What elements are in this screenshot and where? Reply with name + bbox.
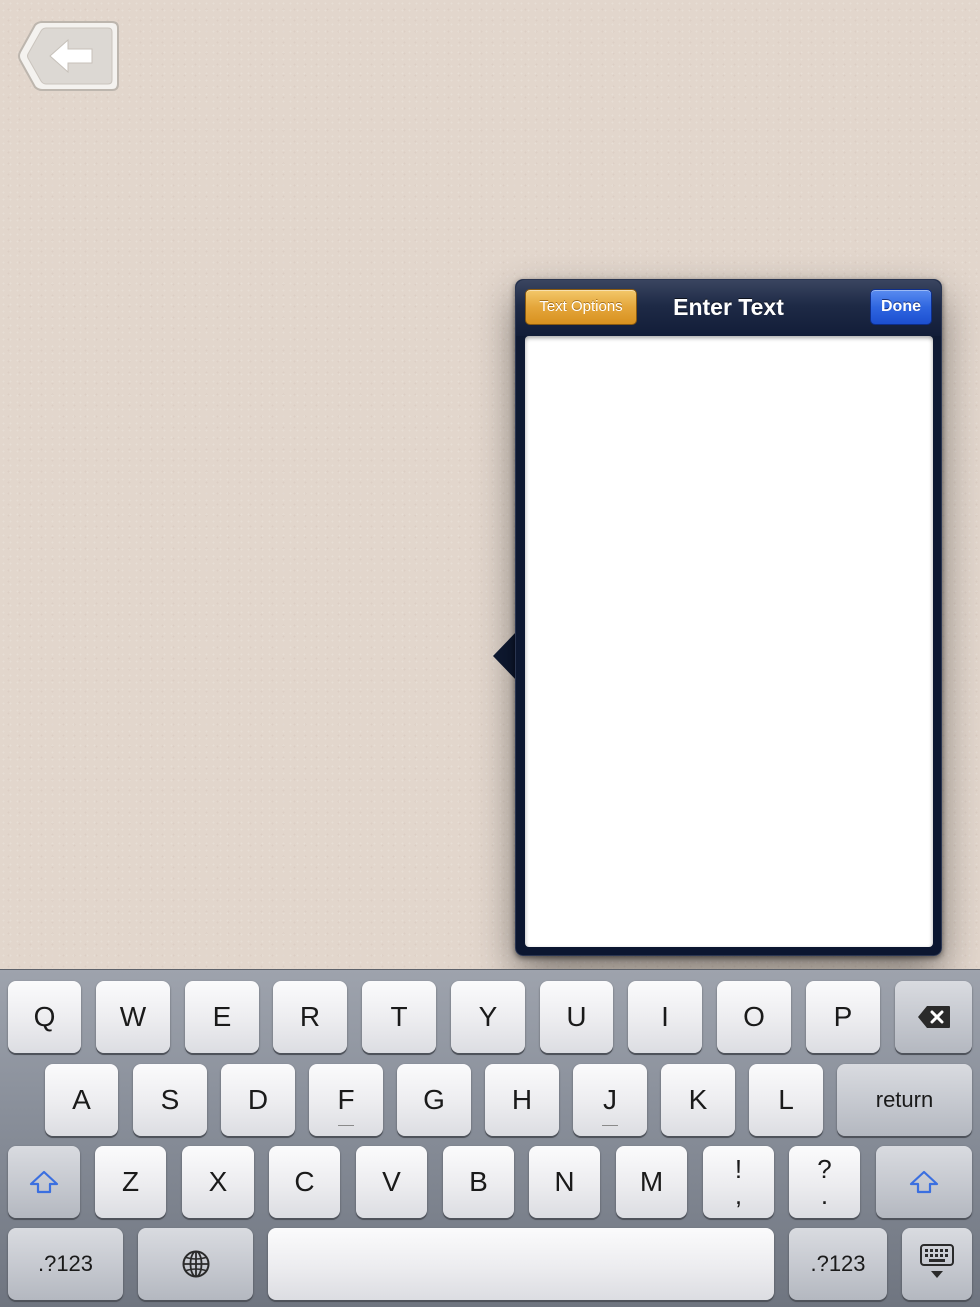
key-x[interactable]: X — [182, 1146, 254, 1218]
key-g[interactable]: G — [397, 1064, 471, 1136]
key-space[interactable] — [268, 1228, 774, 1300]
key-q[interactable]: Q — [8, 981, 81, 1053]
hide-keyboard-icon — [920, 1244, 954, 1278]
key-backspace[interactable] — [895, 981, 972, 1053]
key-u[interactable]: U — [540, 981, 613, 1053]
shift-icon — [29, 1170, 59, 1194]
key-question-label: ? — [817, 1154, 832, 1184]
key-f[interactable]: F — [309, 1064, 383, 1136]
key-f-home-marker — [338, 1125, 354, 1126]
key-j-label: J — [603, 1084, 617, 1115]
globe-icon — [182, 1250, 209, 1278]
key-e[interactable]: E — [185, 981, 259, 1053]
key-h[interactable]: H — [485, 1064, 559, 1136]
key-b[interactable]: B — [443, 1146, 514, 1218]
key-exclaim-label: ! — [734, 1154, 743, 1184]
key-m[interactable]: M — [616, 1146, 687, 1218]
done-button[interactable]: Done — [870, 289, 932, 325]
key-r[interactable]: R — [273, 981, 347, 1053]
key-k[interactable]: K — [661, 1064, 735, 1136]
key-t[interactable]: T — [362, 981, 436, 1053]
key-j-home-marker — [602, 1125, 618, 1126]
key-p[interactable]: P — [806, 981, 880, 1053]
key-d[interactable]: D — [221, 1064, 295, 1136]
popover-header: Text Options Enter Text Done — [516, 280, 941, 336]
key-v[interactable]: V — [356, 1146, 427, 1218]
enter-text-popover: Text Options Enter Text Done — [515, 279, 942, 956]
backspace-icon — [917, 1006, 950, 1028]
popover-title: Enter Text — [673, 294, 784, 320]
key-comma-label: , — [734, 1180, 743, 1210]
key-shift-left[interactable] — [8, 1146, 80, 1218]
key-period-label: . — [820, 1180, 829, 1210]
key-hide-keyboard[interactable] — [902, 1228, 972, 1300]
onscreen-keyboard: Q W E R T Y U I O P A S D F G H J K L re… — [0, 969, 980, 1307]
key-z[interactable]: Z — [95, 1146, 166, 1218]
key-i[interactable]: I — [628, 981, 702, 1053]
key-numbers-left[interactable]: .?123 — [8, 1228, 123, 1300]
key-f-label: F — [337, 1084, 355, 1115]
back-arrow-icon — [18, 21, 119, 91]
popover-arrow — [493, 631, 517, 681]
key-return[interactable]: return — [837, 1064, 972, 1136]
key-s[interactable]: S — [133, 1064, 207, 1136]
key-numbers-right[interactable]: .?123 — [789, 1228, 887, 1300]
key-w[interactable]: W — [96, 981, 170, 1053]
text-options-button[interactable]: Text Options — [525, 289, 637, 325]
shift-icon — [909, 1170, 939, 1194]
key-o[interactable]: O — [717, 981, 791, 1053]
key-question-period[interactable]: ? . — [789, 1146, 860, 1218]
key-j[interactable]: J — [573, 1064, 647, 1136]
text-input-area[interactable] — [525, 336, 933, 947]
key-l[interactable]: L — [749, 1064, 823, 1136]
key-exclaim-comma[interactable]: ! , — [703, 1146, 774, 1218]
key-y[interactable]: Y — [451, 981, 525, 1053]
key-shift-right[interactable] — [876, 1146, 972, 1218]
key-a[interactable]: A — [45, 1064, 118, 1136]
key-n[interactable]: N — [529, 1146, 600, 1218]
key-globe[interactable] — [138, 1228, 253, 1300]
back-button[interactable] — [16, 18, 122, 94]
key-c[interactable]: C — [269, 1146, 340, 1218]
